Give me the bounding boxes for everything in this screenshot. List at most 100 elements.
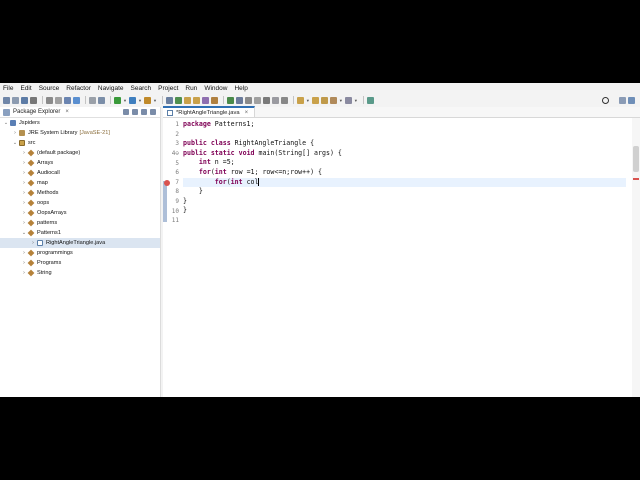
dropdown-arrow-icon[interactable]: ▼ [339,97,343,104]
code-line[interactable]: package Patterns1; [183,120,626,130]
toolbar-icon-28[interactable] [320,96,328,104]
menu-source[interactable]: Source [39,83,60,94]
tree-item-default-package[interactable]: › (default package) [0,148,160,158]
collapse-all-icon[interactable] [123,109,129,115]
toolbar-icon-13[interactable] [165,96,173,104]
toolbar-icon-24[interactable] [271,96,279,104]
chevron-right-icon[interactable]: › [21,200,27,206]
toolbar-icon-21[interactable] [244,96,252,104]
chevron-down-icon[interactable]: ⌄ [12,140,18,146]
chevron-right-icon[interactable]: › [21,190,27,196]
gutter-row[interactable]: 6 [163,168,183,178]
search-icon[interactable] [602,96,609,104]
toolbar-icon-4[interactable] [46,96,53,104]
code-line[interactable]: int n =5; [183,158,626,168]
dropdown-arrow-icon[interactable]: ▼ [354,97,358,104]
line-number-gutter[interactable]: 1 2 3 4⊖ 5 6 7 8 9 10 11 [163,118,183,397]
close-icon[interactable]: × [65,109,69,115]
toolbar-icon-29[interactable] [329,96,337,104]
toolbar-icon-26[interactable] [296,96,304,104]
chevron-right-icon[interactable]: › [21,250,27,256]
code-line[interactable]: for(int col [183,177,626,188]
code-line[interactable]: } [183,187,626,197]
chevron-right-icon[interactable]: › [21,210,27,216]
scrollbar-thumb[interactable] [633,146,639,172]
gutter-row[interactable]: 10 [163,206,183,216]
editor-body[interactable]: 1 2 3 4⊖ 5 6 7 8 9 10 11 package Patterns1; public … [163,118,640,397]
gutter-row[interactable]: 5 [163,158,183,168]
tree-item-programs[interactable]: › Programs [0,258,160,268]
toolbar-icon-3[interactable] [30,96,37,104]
toolbar-icon-6[interactable] [64,96,71,104]
vertical-scrollbar[interactable] [632,118,640,397]
tree-item-methods[interactable]: › Methods [0,188,160,198]
package-explorer-tab[interactable]: Package Explorer × [0,107,160,118]
editor-tab-right-angle-triangle[interactable]: *RightAngleTriangle.java × [163,106,256,117]
chevron-right-icon[interactable]: › [30,240,36,246]
gutter-row[interactable]: 11 [163,216,183,226]
code-line[interactable]: public static void main(String[] args) { [183,149,626,159]
toolbar-icon-19[interactable] [226,96,234,104]
tree-item-arrays[interactable]: › Arrays [0,158,160,168]
gutter-row[interactable]: 2 [163,130,183,140]
chevron-right-icon[interactable]: › [21,170,27,176]
chevron-right-icon[interactable]: › [21,160,27,166]
tree-item-src[interactable]: ⌄ src [0,138,160,148]
chevron-down-icon[interactable]: ⌄ [3,120,9,126]
menu-edit[interactable]: Edit [20,83,31,94]
code-line[interactable]: for(int row =1; row<=n;row++) { [183,168,626,178]
tree-item-programmings[interactable]: › programmings [0,248,160,258]
toolbar-icon-14[interactable] [174,96,182,104]
toolbar-icon-1[interactable] [12,96,19,104]
toolbar-icon-15[interactable] [183,96,191,104]
tree-item-string[interactable]: › String [0,268,160,278]
toolbar-icon-23[interactable] [262,96,270,104]
toolbar-icon-8[interactable] [89,96,96,104]
tree-item-patterns[interactable]: › patterns [0,218,160,228]
dropdown-arrow-icon[interactable]: ▼ [138,97,142,104]
dropdown-arrow-icon[interactable]: ▼ [306,97,310,104]
chevron-right-icon[interactable]: › [21,180,27,186]
toolbar-icon-27[interactable] [311,96,319,104]
toolbar-icon-0[interactable] [3,96,10,104]
link-with-editor-icon[interactable] [132,109,138,115]
tree-item-map[interactable]: › map [0,178,160,188]
toolbar-icon-12[interactable] [143,96,151,104]
toolbar-icon-10[interactable] [114,96,121,104]
code-area[interactable]: package Patterns1; public class RightAngl… [183,118,626,397]
gutter-row[interactable]: 4⊖ [163,149,183,159]
tree-item-patterns1[interactable]: ⌄ Patterns1 [0,228,160,238]
code-line[interactable]: public class RightAngleTriangle { [183,139,626,149]
tree-item-oops[interactable]: › oops [0,198,160,208]
toolbar-icon-5[interactable] [55,96,62,104]
toolbar-icon-20[interactable] [235,96,243,104]
minimize-icon[interactable] [150,109,156,115]
toolbar-icon-11[interactable] [128,96,136,104]
toolbar-icon-18[interactable] [210,96,218,104]
tree-item-rightangletriangle-java[interactable]: › RightAngleTriangle.java [0,238,160,248]
tree-item-oopsarrays[interactable]: › OopsArrays [0,208,160,218]
gutter-row[interactable]: 7 [163,178,183,188]
chevron-right-icon[interactable]: › [21,150,27,156]
menu-file[interactable]: File [3,83,13,94]
toolbar-icon-30[interactable] [344,96,352,104]
toolbar-icon-9[interactable] [98,96,105,104]
tree-item-audiocall[interactable]: › Audiocall [0,168,160,178]
menu-window[interactable]: Window [204,83,227,94]
code-line[interactable] [183,130,626,140]
tree-item-jspiders[interactable]: ⌄ Jspiders [0,118,160,128]
toolbar-icon-7[interactable] [73,96,80,104]
menu-refactor[interactable]: Refactor [66,83,91,94]
menu-run[interactable]: Run [185,83,197,94]
toolbar-icon-25[interactable] [280,96,288,104]
java-perspective-icon[interactable] [628,96,635,104]
gutter-row[interactable]: 8 [163,187,183,197]
chevron-down-icon[interactable]: ⌄ [21,230,27,236]
code-line[interactable]: } [183,197,626,207]
toolbar-icon-17[interactable] [201,96,209,104]
toolbar-icon-31[interactable] [366,96,374,104]
overview-error-marker[interactable] [633,178,639,180]
menu-project[interactable]: Project [158,83,178,94]
code-line[interactable]: } [183,206,626,216]
gutter-row[interactable]: 9 [163,197,183,207]
